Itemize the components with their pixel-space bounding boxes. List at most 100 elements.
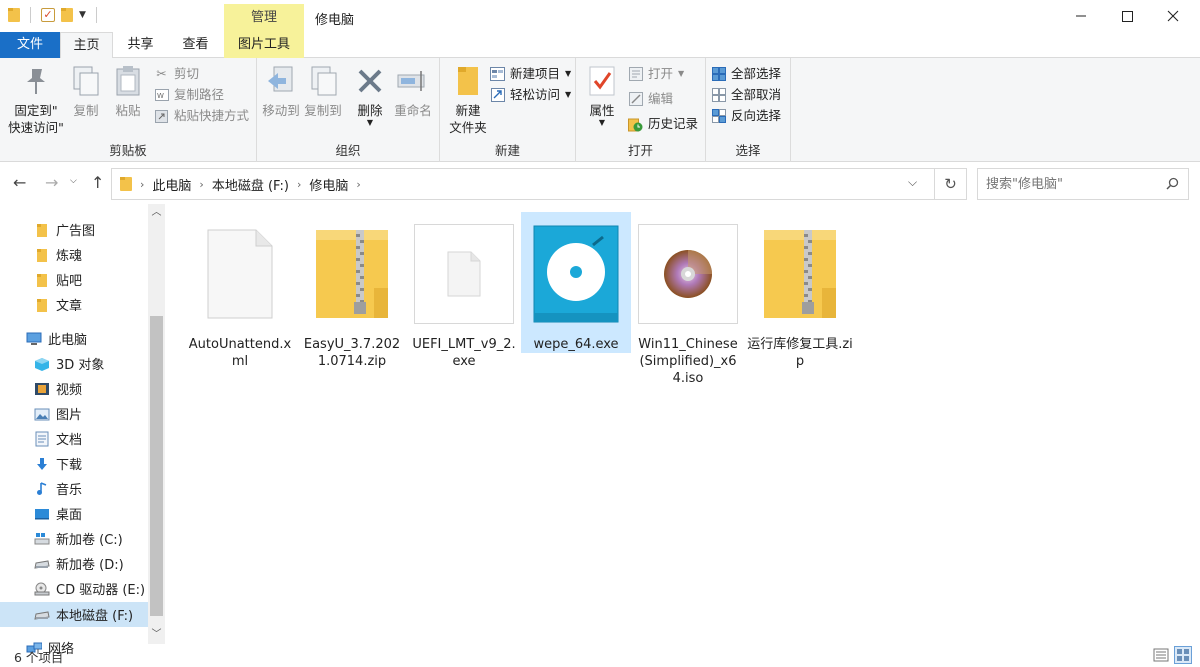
file-item[interactable]: wepe_64.exe [521, 212, 631, 353]
paste-shortcut-button[interactable]: 粘贴快捷方式 [154, 106, 249, 126]
chevron-right-icon[interactable]: › [140, 178, 144, 191]
sidebar-item[interactable]: 音乐 [0, 476, 148, 501]
cut-button[interactable]: ✂ 剪切 [154, 64, 199, 84]
breadcrumb-local-disk[interactable]: 本地磁盘 (F:) [212, 175, 289, 194]
sidebar-item[interactable]: 视频 [0, 376, 148, 401]
quick-access-toolbar: ✓ ▼ [8, 7, 101, 23]
tab-home[interactable]: 主页 [60, 32, 113, 59]
scissors-icon: ✂ [156, 66, 167, 81]
address-history-chevron-icon[interactable]: ⌵ [908, 175, 917, 190]
svg-text:W: W [157, 92, 164, 100]
up-arrow-icon[interactable]: ↑ [91, 173, 104, 192]
sidebar-item[interactable]: 文档 [0, 426, 148, 451]
select-none-button[interactable]: 全部取消 [711, 85, 781, 105]
new-folder-label-line1: 新建 [455, 103, 481, 118]
tab-view[interactable]: 查看 [168, 32, 223, 58]
easy-access-label: 轻松访问 [510, 87, 561, 102]
forward-arrow-icon[interactable]: → [45, 173, 58, 192]
new-folder-icon[interactable] [61, 8, 73, 22]
select-none-icon [711, 88, 726, 103]
sidebar-item[interactable]: 3D 对象 [0, 351, 148, 376]
edit-label: 编辑 [648, 91, 674, 106]
paste-shortcut-label: 粘贴快捷方式 [174, 108, 250, 123]
new-item-button[interactable]: 新建项目 ▼ [490, 64, 571, 84]
properties-button[interactable]: 属性 ▼ [582, 64, 622, 127]
history-button[interactable]: 历史记录 [628, 114, 698, 134]
sidebar-item[interactable]: 广告图 [0, 217, 148, 242]
open-group: 属性 ▼ 打开 ▼ 编辑 历史记录 打开 [576, 58, 706, 162]
properties-icon[interactable]: ✓ [41, 8, 55, 22]
delete-button[interactable]: 删除 ▼ [353, 64, 387, 127]
sidebar-item[interactable]: 下载 [0, 451, 148, 476]
customize-toolbar-chevron-icon[interactable]: ▼ [79, 10, 86, 20]
large-icons-view-icon[interactable] [1174, 646, 1192, 664]
tab-share[interactable]: 共享 [113, 32, 168, 58]
chevron-right-icon[interactable]: › [356, 178, 360, 191]
title-bar: ✓ ▼ 管理 修电脑 [0, 0, 1200, 32]
maximize-icon [1121, 10, 1133, 22]
easy-access-button[interactable]: 轻松访问 ▼ [490, 85, 571, 105]
sidebar-item[interactable]: 图片 [0, 401, 148, 426]
details-view-icon[interactable] [1153, 647, 1169, 663]
desktop-icon [34, 507, 50, 521]
file-item[interactable]: Win11_Chinese(Simplified)_x64.iso [633, 212, 743, 387]
delete-dropdown-icon[interactable]: ▼ [353, 119, 387, 127]
sidebar-item[interactable]: 新加卷 (C:) [0, 526, 148, 551]
sidebar-item[interactable]: 本地磁盘 (F:) [0, 602, 148, 627]
drive-icon [34, 557, 50, 571]
sidebar-item[interactable]: 新加卷 (D:) [0, 551, 148, 576]
select-all-label: 全部选择 [731, 66, 782, 81]
address-bar[interactable]: › 此电脑 › 本地磁盘 (F:) › 修电脑 › [111, 168, 935, 200]
refresh-button[interactable]: ↻ [935, 168, 967, 200]
scroll-up-chevron-icon[interactable]: ︿ [148, 204, 165, 221]
scroll-down-chevron-icon[interactable]: ﹀ [148, 626, 165, 643]
file-item[interactable]: EasyU_3.7.2021.0714.zip [297, 212, 407, 370]
new-item-label: 新建项目 [510, 66, 561, 81]
copy-path-button[interactable]: W 复制路径 [154, 85, 224, 105]
sidebar-item[interactable]: 文章 [0, 292, 148, 317]
select-all-button[interactable]: 全部选择 [711, 64, 781, 84]
close-button[interactable] [1150, 0, 1196, 32]
chevron-right-icon[interactable]: › [199, 178, 203, 191]
sidebar-item-label: 下载 [56, 458, 83, 473]
sidebar-item[interactable]: 炼魂 [0, 242, 148, 267]
tab-picture-tools[interactable]: 图片工具 [224, 32, 304, 58]
breadcrumb-current-folder[interactable]: 修电脑 [309, 175, 348, 194]
music-icon [34, 481, 50, 496]
download-icon [34, 457, 50, 471]
open-icon [628, 67, 643, 82]
minimize-button[interactable] [1058, 0, 1104, 32]
invert-selection-button[interactable]: 反向选择 [711, 106, 781, 126]
move-to-icon [264, 64, 298, 98]
pin-to-quick-access-button[interactable]: 固定到" 快速访问" [6, 64, 66, 136]
maximize-button[interactable] [1104, 0, 1150, 32]
sidebar-scrollbar[interactable]: ︿ ﹀ [148, 204, 165, 644]
breadcrumb-this-pc[interactable]: 此电脑 [152, 175, 191, 194]
search-icon[interactable] [1166, 177, 1179, 190]
sidebar-item[interactable]: CD 驱动器 (E:) [0, 576, 148, 601]
search-input[interactable] [977, 168, 1189, 200]
copy-button[interactable]: 复制 [68, 64, 104, 119]
file-item[interactable]: UEFI_LMT_v9_2.exe [409, 212, 519, 370]
new-folder-button[interactable]: 新建 文件夹 [444, 64, 492, 136]
chevron-right-icon[interactable]: › [297, 178, 301, 191]
sidebar-item[interactable]: 贴吧 [0, 267, 148, 292]
sidebar-item[interactable]: 此电脑 [0, 326, 148, 351]
file-item[interactable]: 运行库修复工具.zip [745, 212, 855, 370]
rename-button[interactable]: 重命名 [391, 64, 435, 119]
open-dropdown-icon: ▼ [678, 69, 685, 78]
move-to-button[interactable]: 移动到 [261, 64, 301, 119]
open-button[interactable]: 打开 ▼ [628, 64, 684, 84]
file-item[interactable]: AutoUnattend.xml [185, 212, 295, 370]
edit-button[interactable]: 编辑 [628, 89, 673, 109]
paste-icon [111, 64, 145, 98]
properties-dropdown-icon[interactable]: ▼ [582, 119, 622, 127]
back-arrow-icon[interactable]: ← [13, 173, 26, 192]
paste-button[interactable]: 粘贴 [110, 64, 146, 119]
tab-file[interactable]: 文件 [0, 32, 60, 58]
sidebar-item[interactable]: 桌面 [0, 501, 148, 526]
recent-locations-chevron-icon[interactable]: ⌵ [70, 176, 77, 186]
copy-to-label: 复制到 [304, 103, 342, 118]
copy-to-button[interactable]: 复制到 [303, 64, 343, 119]
scrollbar-thumb[interactable] [150, 316, 163, 616]
